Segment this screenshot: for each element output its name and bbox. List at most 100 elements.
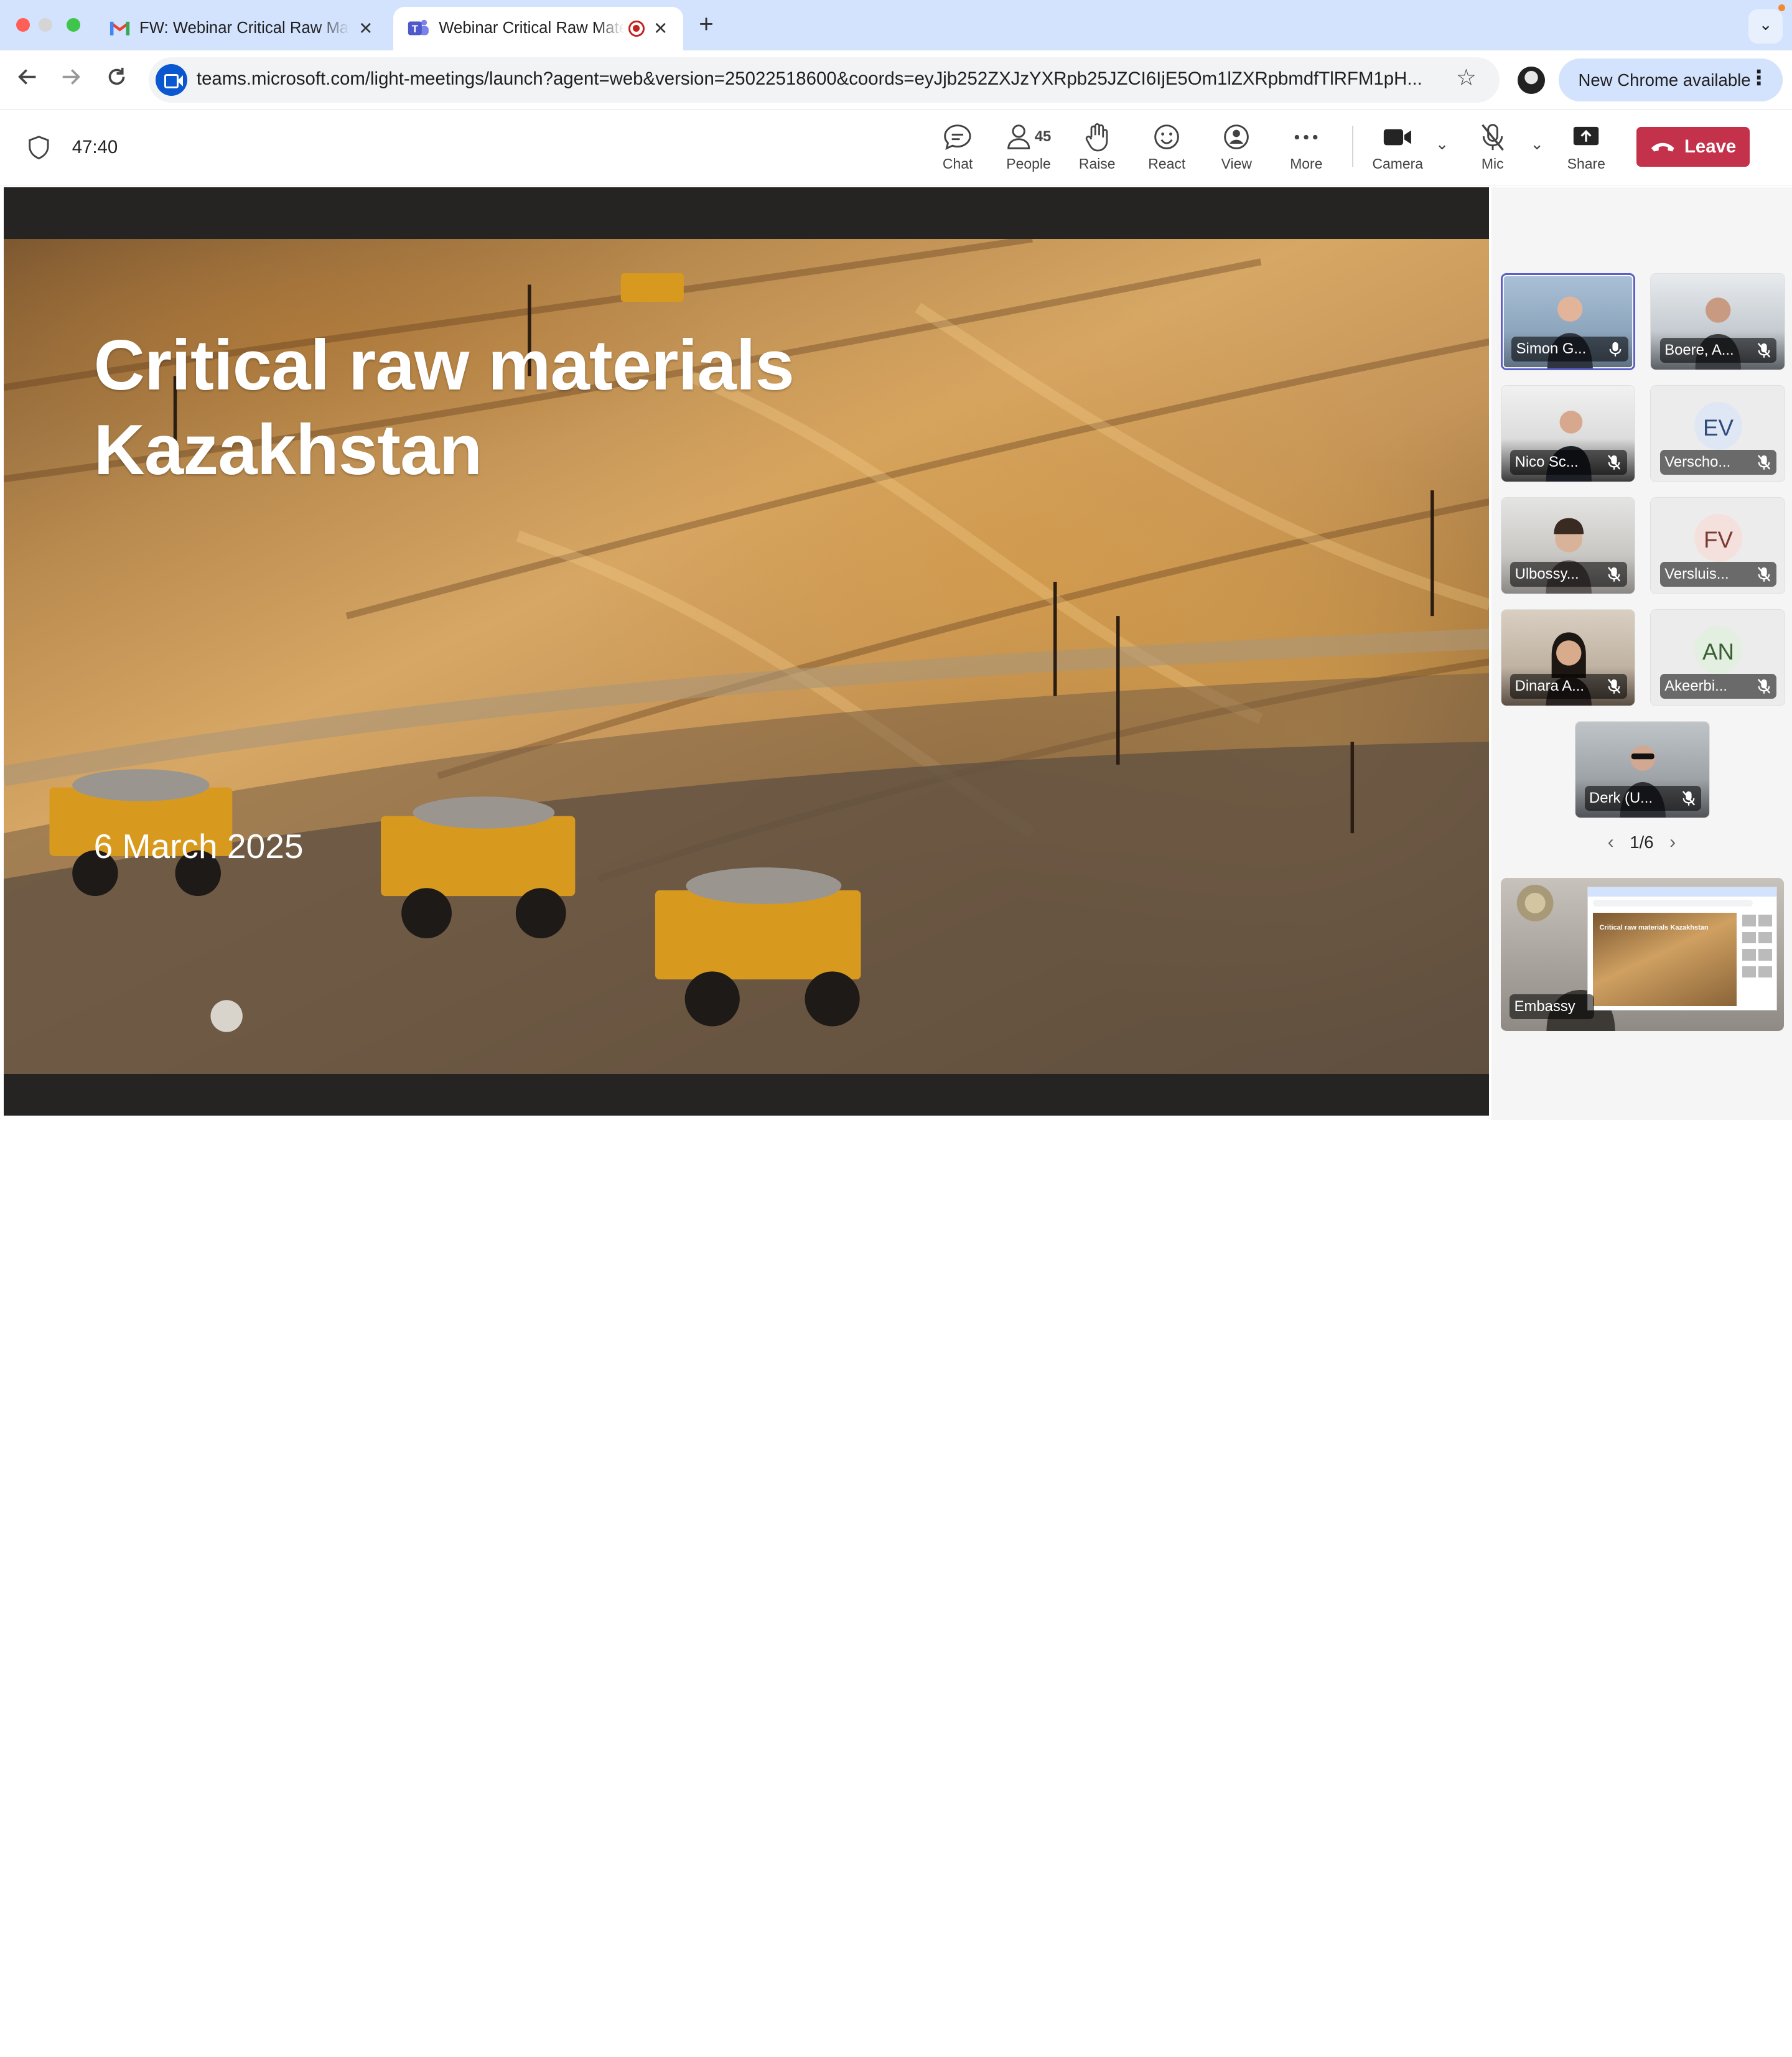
reload-icon (108, 68, 125, 85)
tab-title: Webinar Critical Raw Materials (439, 19, 624, 37)
camera-options-chevron-icon[interactable]: ⌄ (1435, 135, 1449, 154)
view-button[interactable]: View (1205, 121, 1269, 179)
participant-tile[interactable]: FV Versluis... (1650, 497, 1785, 595)
participant-tile[interactable]: Nico Sc... (1500, 385, 1636, 483)
participant-tile[interactable]: Simon G... (1500, 273, 1636, 371)
address-bar[interactable]: teams.microsoft.com/light-meetings/launc… (148, 57, 1500, 103)
mic-off-icon (1757, 455, 1771, 470)
participant-tile[interactable]: AN Akeerbi... (1650, 609, 1785, 707)
share-screen-icon (1574, 126, 1599, 146)
mic-label: Mic (1481, 155, 1504, 172)
chevron-right-icon[interactable]: › (1669, 832, 1676, 853)
reload-button[interactable] (103, 67, 130, 94)
page-indicator: 1/6 (1630, 833, 1654, 852)
more-dots-icon (1294, 134, 1318, 140)
update-label: New Chrome available (1578, 70, 1751, 90)
chevron-left-icon[interactable]: ‹ (1608, 832, 1614, 853)
browser-tab-gmail[interactable]: FW: Webinar Critical Raw Materials ✕ (96, 7, 388, 50)
participant-avatar: FV (1694, 513, 1743, 562)
raise-hand-button[interactable]: Raise (1065, 121, 1129, 179)
share-label: Share (1567, 155, 1605, 172)
participant-name: Derk (U... (1584, 785, 1701, 811)
gmail-icon (110, 21, 130, 35)
chat-label: Chat (942, 155, 973, 172)
people-label: People (1006, 155, 1051, 172)
recording-icon (628, 21, 645, 37)
screen-share-tile[interactable]: Critical raw materials Kazakhstan Embass… (1500, 877, 1785, 1031)
participant-name: Nico Sc... (1510, 449, 1627, 475)
meeting-timer: 47:40 (72, 137, 118, 158)
participant-name: Versluis... (1659, 561, 1777, 587)
forward-arrow-icon (63, 69, 81, 85)
participant-name: Embassy (1510, 994, 1595, 1020)
participants-gallery: Simon G... Boere, A... Nico Sc... EV Ver… (1491, 187, 1792, 1120)
more-label: More (1290, 155, 1323, 172)
mic-off-icon (1757, 567, 1771, 582)
close-icon[interactable]: ✕ (651, 19, 670, 39)
slide-title-line: Critical raw materials (93, 325, 795, 405)
share-button[interactable]: Share (1554, 121, 1618, 179)
people-count: 45 (1034, 128, 1052, 146)
mic-icon (1610, 342, 1622, 357)
tab-search-button[interactable]: ⌄ (1748, 9, 1783, 44)
participant-name: Dinara A... (1510, 673, 1627, 699)
mic-options-chevron-icon[interactable]: ⌄ (1530, 135, 1544, 154)
screen: FW: Webinar Critical Raw Materials ✕ T W… (0, 0, 1792, 1120)
profile-avatar[interactable] (1518, 66, 1546, 94)
mini-slide-title: Critical raw materials Kazakhstan (1599, 924, 1709, 932)
raise-hand-icon (1085, 123, 1108, 151)
people-icon (1007, 124, 1030, 150)
participant-tile[interactable]: Boere, A... (1650, 273, 1785, 371)
view-icon (1224, 124, 1249, 150)
camera-icon (1384, 129, 1412, 146)
slide-date: 6 March 2025 (93, 826, 304, 865)
participant-name: Verscho... (1659, 449, 1777, 475)
participant-tile[interactable]: EV Verscho... (1650, 385, 1785, 483)
participant-tile[interactable]: Ulbossy... (1500, 497, 1636, 595)
raise-label: Raise (1078, 155, 1116, 172)
browser-toolbar: teams.microsoft.com/light-meetings/launc… (0, 50, 1792, 110)
minimize-window-button[interactable] (39, 18, 53, 32)
fullscreen-window-button[interactable] (66, 18, 80, 32)
bookmark-star-icon[interactable]: ☆ (1456, 64, 1477, 91)
participant-name: Simon G... (1511, 336, 1628, 362)
participant-tile[interactable]: Dinara A... (1500, 609, 1636, 707)
back-button[interactable] (14, 67, 41, 94)
react-button[interactable]: React (1135, 121, 1199, 179)
chrome-update-button[interactable]: New Chrome available ⋮ (1559, 58, 1783, 102)
svg-text:T: T (412, 23, 418, 35)
teams-icon: T (408, 20, 429, 35)
more-button[interactable]: More (1274, 121, 1338, 179)
shared-screen-thumbnail: Critical raw materials Kazakhstan (1587, 887, 1778, 1010)
site-info-icon[interactable] (155, 63, 188, 96)
shared-content-stage: Critical raw materials Kazakhstan 6 Marc… (3, 187, 1490, 1116)
leave-button[interactable]: Leave (1636, 126, 1750, 167)
toolbar-divider (1351, 126, 1353, 167)
close-icon[interactable]: ✕ (357, 19, 375, 39)
mic-off-icon (1682, 791, 1695, 806)
meeting-toolbar: 47:40 Chat 45 People Raise React View Mo… (0, 110, 1792, 185)
shield-icon[interactable] (27, 135, 50, 160)
camera-button[interactable]: Camera (1366, 121, 1430, 179)
gallery-pager: ‹ 1/6 › (1491, 832, 1792, 853)
browser-tab-teams[interactable]: T Webinar Critical Raw Materials ✕ (393, 7, 684, 50)
participant-tile[interactable]: Derk (U... (1574, 721, 1710, 819)
new-tab-button[interactable]: + (693, 9, 720, 39)
participant-name: Ulbossy... (1510, 561, 1627, 587)
participant-avatar: AN (1694, 625, 1743, 674)
slide-title: Critical raw materials Kazakhstan (93, 324, 795, 493)
notification-dot (1778, 4, 1785, 12)
participant-avatar: EV (1694, 401, 1743, 450)
mini-slide: Critical raw materials Kazakhstan (1592, 912, 1737, 1007)
mic-off-icon (1757, 343, 1771, 358)
mic-off-icon (1481, 123, 1504, 151)
kebab-menu-icon[interactable]: ⋮ (1748, 67, 1769, 90)
people-button[interactable]: 45 People (992, 121, 1065, 179)
mic-off-icon (1608, 567, 1621, 582)
mic-button[interactable]: Mic (1460, 121, 1524, 179)
close-window-button[interactable] (16, 18, 30, 32)
forward-button[interactable] (57, 67, 85, 94)
participant-name: Boere, A... (1659, 337, 1777, 363)
chat-button[interactable]: Chat (926, 121, 990, 179)
participant-name: Akeerbi... (1659, 673, 1777, 699)
